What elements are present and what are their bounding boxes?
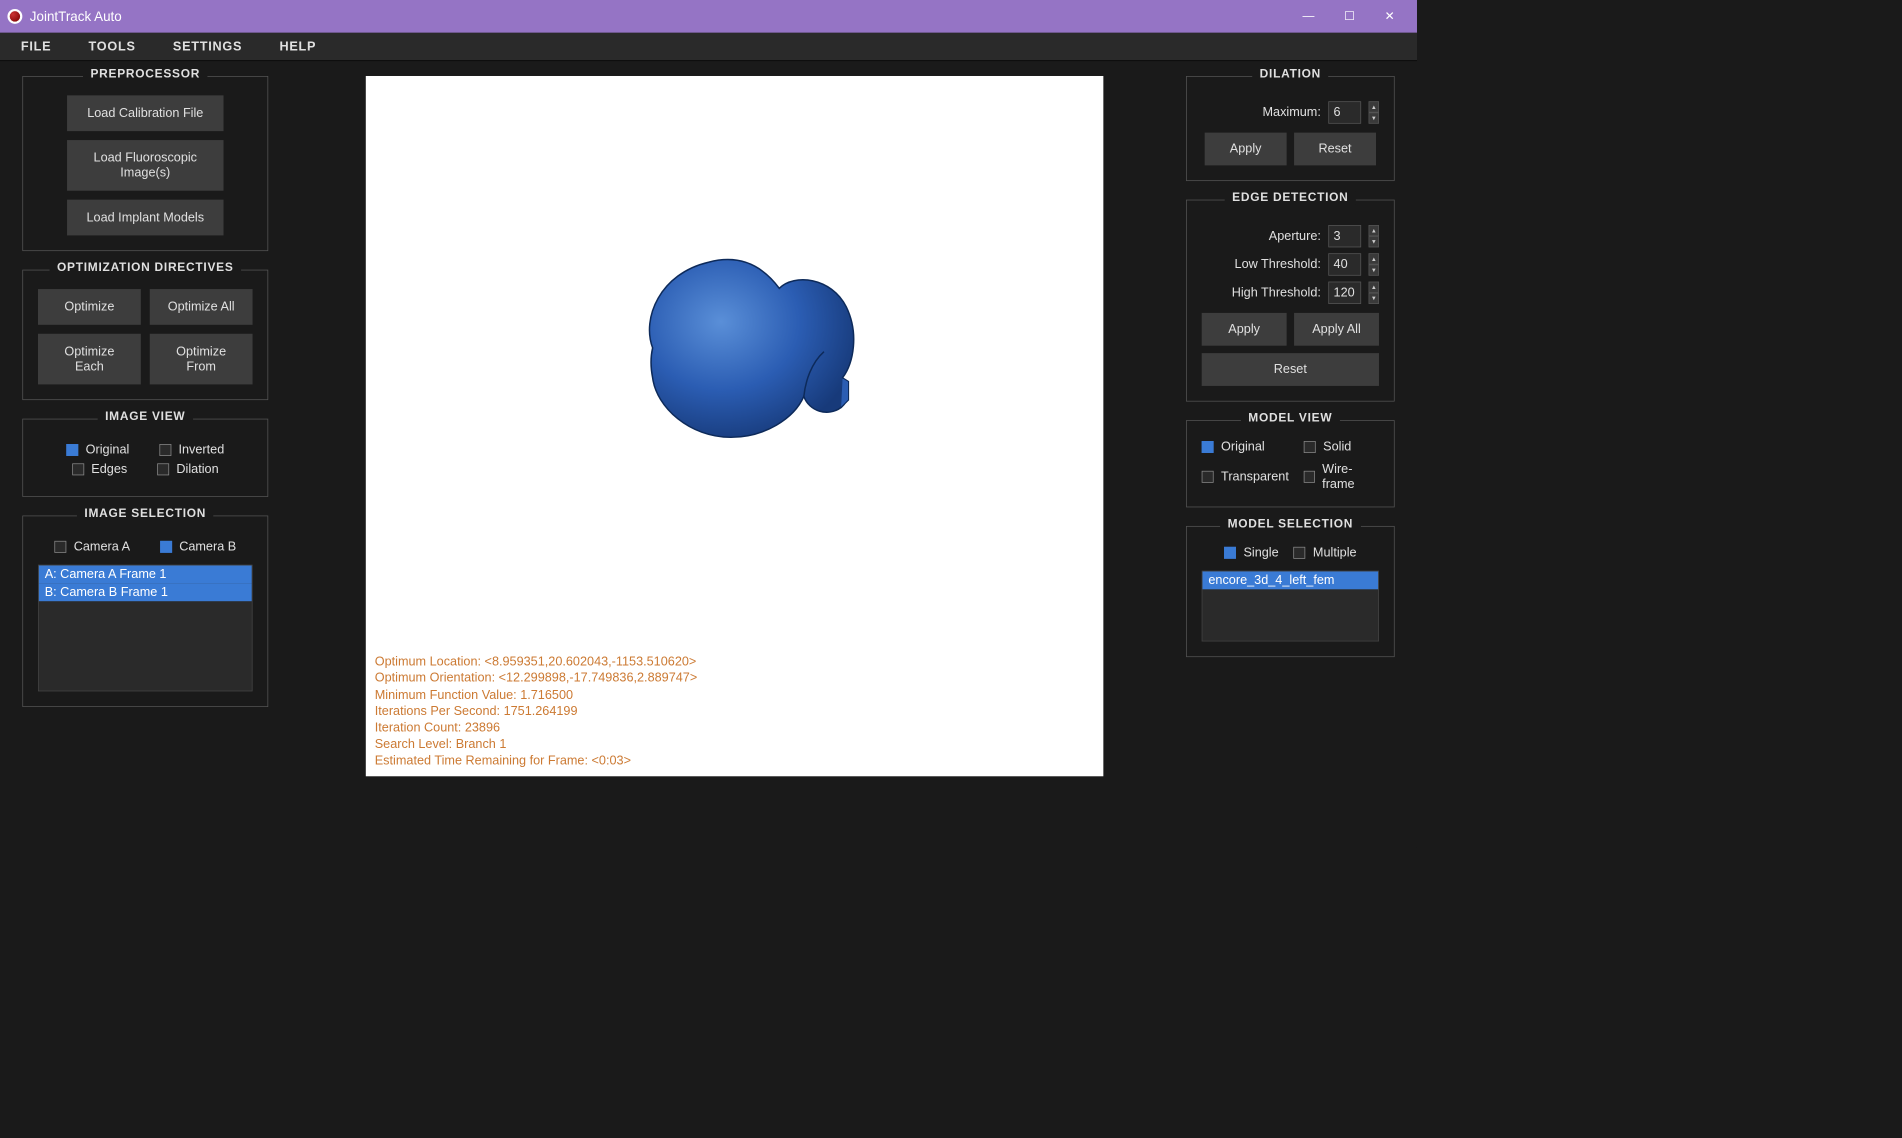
image-view-original[interactable]: Original	[66, 443, 129, 458]
load-fluoroscopic-button[interactable]: Load Fluoroscopic Image(s)	[67, 140, 223, 191]
checkbox-icon	[1304, 471, 1315, 483]
dilation-apply-button[interactable]: Apply	[1205, 133, 1287, 166]
checkbox-icon	[1294, 547, 1306, 559]
image-selection-panel: IMAGE SELECTION Camera A Camera B A: Cam…	[22, 516, 268, 707]
low-threshold-input[interactable]	[1328, 253, 1361, 275]
model-view-transparent[interactable]: Transparent	[1202, 462, 1289, 492]
dilation-max-input[interactable]	[1328, 101, 1361, 123]
dilation-reset-button[interactable]: Reset	[1294, 133, 1376, 166]
status-overlay: Optimum Location: <8.959351,20.602043,-1…	[375, 654, 697, 769]
menu-tools[interactable]: TOOLS	[89, 39, 136, 54]
menu-help[interactable]: HELP	[279, 39, 316, 54]
list-item[interactable]: encore_3d_4_left_fem	[1202, 571, 1378, 589]
low-threshold-label: Low Threshold:	[1235, 257, 1321, 272]
load-calibration-button[interactable]: Load Calibration File	[67, 95, 223, 131]
app-icon	[7, 9, 22, 24]
dilation-max-label: Maximum:	[1262, 105, 1320, 120]
camera-b-check[interactable]: Camera B	[160, 539, 236, 554]
aperture-label: Aperture:	[1269, 229, 1321, 244]
model-sel-single[interactable]: Single	[1224, 545, 1279, 560]
list-item[interactable]: A: Camera A Frame 1	[39, 565, 252, 583]
checkbox-icon	[160, 541, 172, 553]
model-sel-multiple[interactable]: Multiple	[1294, 545, 1357, 560]
image-selection-title: IMAGE SELECTION	[77, 507, 214, 520]
minimize-button[interactable]: —	[1302, 10, 1314, 23]
spin-down-icon[interactable]: ▼	[1369, 293, 1379, 304]
spin-up-icon[interactable]: ▲	[1369, 282, 1379, 293]
close-button[interactable]: ✕	[1385, 9, 1395, 24]
menu-file[interactable]: FILE	[21, 39, 51, 54]
checkbox-icon	[72, 463, 84, 475]
checkbox-icon	[66, 444, 78, 456]
optimization-title: OPTIMIZATION DIRECTIVES	[50, 261, 241, 274]
dilation-panel: DILATION Maximum: ▲▼ Apply Reset	[1186, 76, 1395, 181]
spin-down-icon[interactable]: ▼	[1369, 112, 1379, 123]
preprocessor-panel: PREPROCESSOR Load Calibration File Load …	[22, 76, 268, 251]
spin-down-icon[interactable]: ▼	[1369, 236, 1379, 247]
list-item[interactable]: B: Camera B Frame 1	[39, 583, 252, 601]
aperture-input[interactable]	[1328, 225, 1361, 247]
spin-up-icon[interactable]: ▲	[1369, 253, 1379, 264]
optimize-each-button[interactable]: Optimize Each	[38, 334, 141, 385]
model-view-original[interactable]: Original	[1202, 440, 1289, 455]
image-selection-list[interactable]: A: Camera A Frame 1 B: Camera B Frame 1	[38, 565, 253, 692]
checkbox-icon	[54, 541, 66, 553]
menu-bar: FILE TOOLS SETTINGS HELP	[0, 33, 1417, 61]
edge-apply-button[interactable]: Apply	[1202, 313, 1287, 346]
checkbox-icon	[1224, 547, 1236, 559]
model-view-solid[interactable]: Solid	[1304, 440, 1379, 455]
optimize-from-button[interactable]: Optimize From	[150, 334, 253, 385]
model-view-panel: MODEL VIEW Original Solid Transparent Wi…	[1186, 420, 1395, 507]
edge-detection-panel: EDGE DETECTION Aperture: ▲▼ Low Threshol…	[1186, 200, 1395, 402]
model-view-wireframe[interactable]: Wire-frame	[1304, 462, 1379, 492]
optimize-all-button[interactable]: Optimize All	[150, 289, 253, 325]
image-view-panel: IMAGE VIEW Original Inverted Edges Dilat…	[22, 419, 268, 497]
checkbox-icon	[1304, 441, 1316, 453]
model-view-title: MODEL VIEW	[1241, 412, 1340, 425]
checkbox-icon	[1202, 471, 1214, 483]
window-title: JointTrack Auto	[30, 9, 122, 25]
high-threshold-label: High Threshold:	[1232, 285, 1321, 300]
high-threshold-input[interactable]	[1328, 282, 1361, 304]
viewport-3d[interactable]: Optimum Location: <8.959351,20.602043,-1…	[366, 76, 1104, 776]
spin-down-icon[interactable]: ▼	[1369, 264, 1379, 275]
image-view-inverted[interactable]: Inverted	[159, 443, 224, 458]
checkbox-icon	[1202, 441, 1214, 453]
optimize-button[interactable]: Optimize	[38, 289, 141, 325]
edge-detection-title: EDGE DETECTION	[1225, 191, 1356, 204]
image-view-dilation[interactable]: Dilation	[157, 462, 219, 477]
preprocessor-title: PREPROCESSOR	[83, 68, 208, 81]
title-bar: JointTrack Auto — ☐ ✕	[0, 0, 1417, 33]
spin-up-icon[interactable]: ▲	[1369, 101, 1379, 112]
image-view-edges[interactable]: Edges	[72, 462, 127, 477]
implant-model-render	[619, 232, 872, 463]
edge-reset-button[interactable]: Reset	[1202, 353, 1379, 386]
camera-a-check[interactable]: Camera A	[54, 539, 130, 554]
load-implant-button[interactable]: Load Implant Models	[67, 200, 223, 236]
image-view-title: IMAGE VIEW	[98, 410, 193, 423]
optimization-panel: OPTIMIZATION DIRECTIVES Optimize Optimiz…	[22, 270, 268, 400]
model-selection-list[interactable]: encore_3d_4_left_fem	[1202, 571, 1379, 642]
edge-apply-all-button[interactable]: Apply All	[1294, 313, 1379, 346]
checkbox-icon	[157, 463, 169, 475]
model-selection-title: MODEL SELECTION	[1220, 518, 1360, 531]
dilation-title: DILATION	[1252, 68, 1328, 81]
maximize-button[interactable]: ☐	[1344, 9, 1355, 24]
menu-settings[interactable]: SETTINGS	[173, 39, 242, 54]
checkbox-icon	[159, 444, 171, 456]
spin-up-icon[interactable]: ▲	[1369, 225, 1379, 236]
model-selection-panel: MODEL SELECTION Single Multiple encore_3…	[1186, 526, 1395, 657]
